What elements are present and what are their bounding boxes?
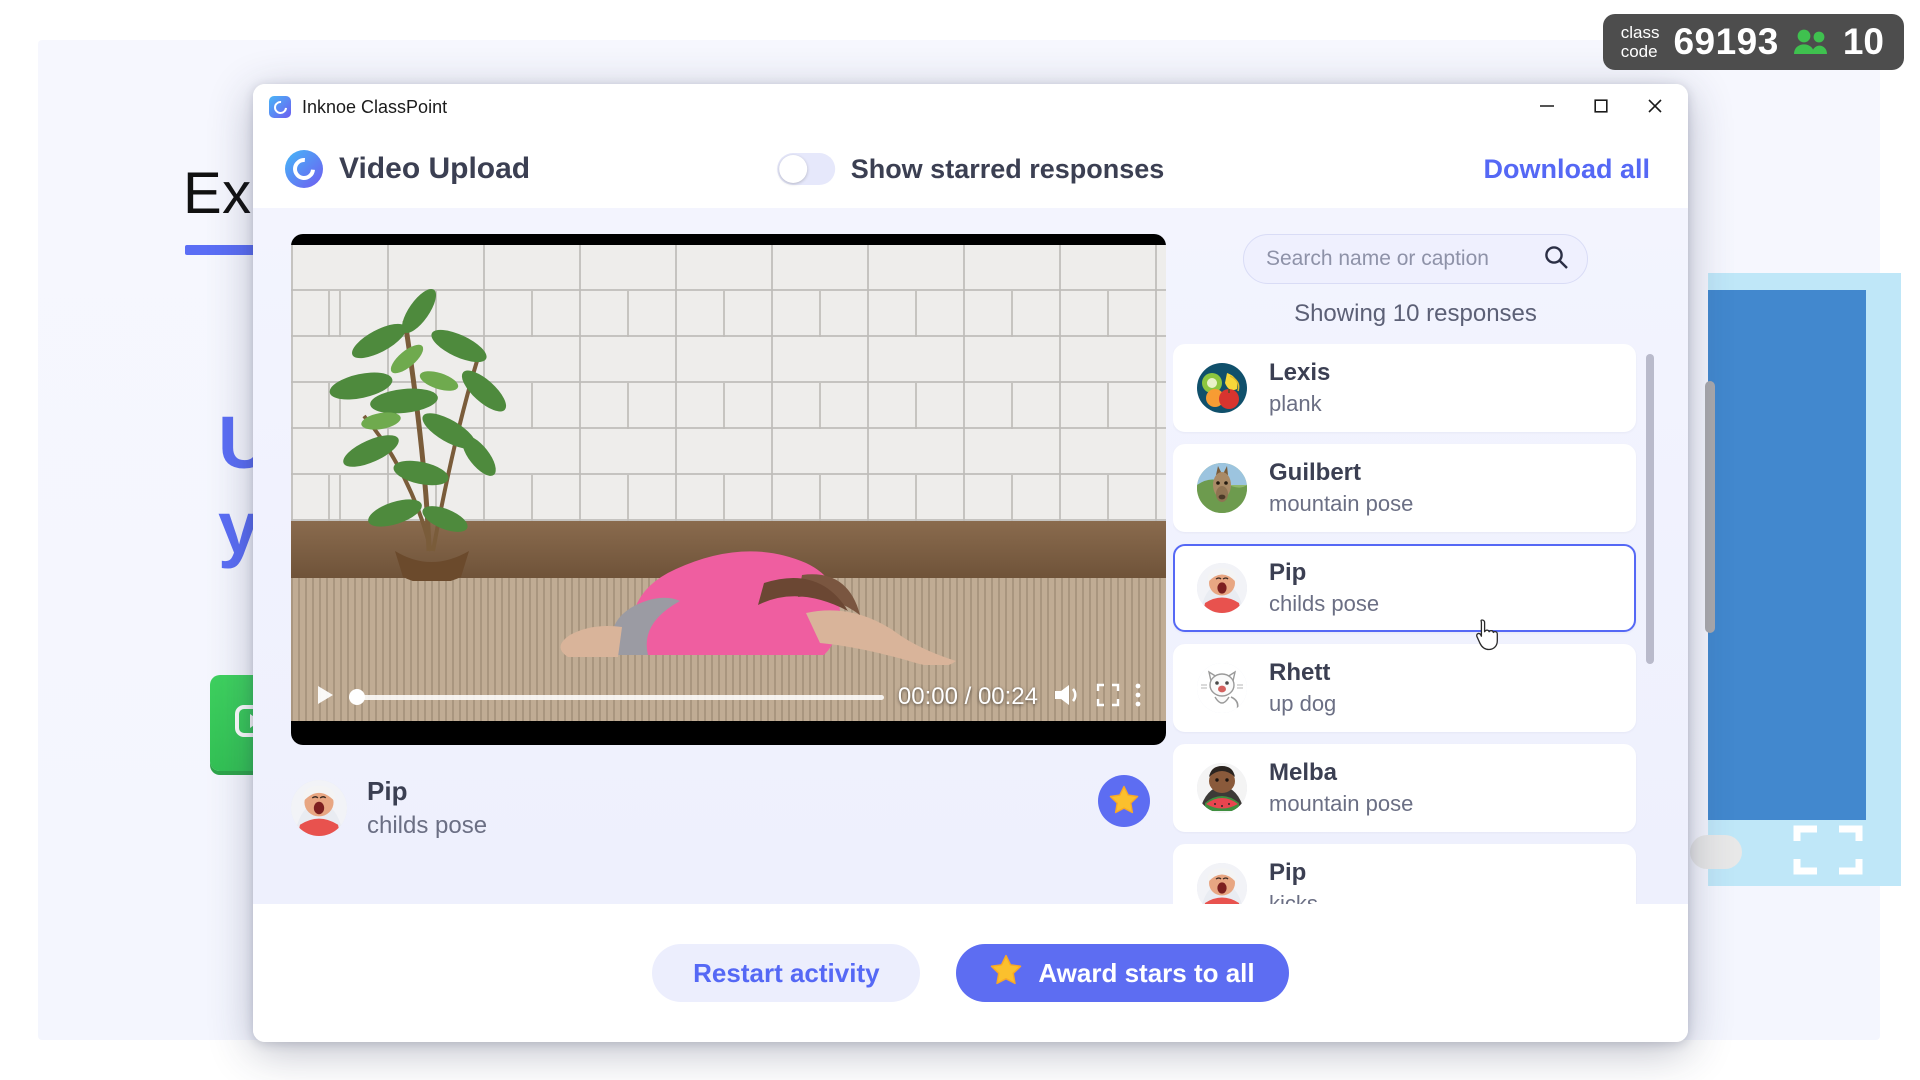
avatar [1197, 563, 1247, 613]
video-time-display: 00:00 / 00:24 [897, 683, 1038, 710]
video-pane: 00:00 / 00:24 Pip childs pose [253, 234, 1173, 904]
activity-title: Video Upload [339, 152, 531, 185]
show-starred-responses-label: Show starred responses [850, 153, 1165, 184]
response-texts: Pip childs pose [1269, 559, 1379, 617]
response-name: Pip [1269, 559, 1307, 586]
response-items-container: Lexis plank Guilbert mountain pose Pip chil… [1173, 344, 1636, 904]
response-caption: mountain pose [1269, 791, 1414, 816]
restart-activity-button[interactable]: Restart activity [652, 944, 921, 1002]
search-box[interactable] [1243, 234, 1588, 284]
volume-icon[interactable] [1052, 682, 1082, 713]
class-code-label-line2: code [1620, 42, 1658, 61]
video-progress-bar[interactable] [349, 687, 884, 707]
response-name: Pip [1269, 859, 1307, 886]
avatar [1197, 763, 1247, 813]
slide-right-image-placeholder [1708, 290, 1866, 820]
response-list-item[interactable]: Guilbert mountain pose [1173, 444, 1636, 532]
avatar [1197, 363, 1247, 413]
search-row [1173, 234, 1658, 284]
video-caption-row: Pip childs pose [291, 771, 1166, 845]
play-icon[interactable] [315, 684, 335, 711]
avatar [1197, 663, 1247, 713]
response-caption: childs pose [1269, 591, 1380, 616]
avatar [291, 780, 347, 836]
class-code-label-line1: class [1620, 23, 1660, 42]
star-icon [1109, 785, 1139, 817]
toggle-knob [778, 155, 807, 183]
caption-texts: Pip childs pose [367, 776, 487, 840]
caption-name: Pip [367, 776, 408, 806]
response-caption: plank [1269, 391, 1322, 416]
dialog-header: Video Upload Show starred responses Down… [253, 130, 1688, 208]
window-controls [1520, 84, 1682, 130]
participant-count: 10 [1842, 21, 1884, 62]
response-list-item[interactable]: Pip kicks [1173, 844, 1636, 904]
response-list[interactable]: Lexis plank Guilbert mountain pose Pip chil… [1173, 344, 1658, 904]
download-all-button[interactable]: Download all [1483, 154, 1650, 185]
starred-toggle-group: Show starred responses [776, 153, 1165, 185]
minimize-button[interactable] [1520, 84, 1574, 130]
progress-handle[interactable] [349, 689, 365, 705]
search-icon[interactable] [1543, 244, 1569, 275]
video-scene [291, 245, 1166, 721]
star-icon [990, 954, 1022, 992]
response-caption: mountain pose [1269, 491, 1414, 516]
window-titlebar: Inknoe ClassPoint [253, 84, 1688, 130]
classpoint-logo-icon [269, 96, 291, 118]
fullscreen-icon[interactable] [1096, 683, 1120, 712]
video-controls: 00:00 / 00:24 [291, 673, 1166, 721]
show-starred-responses-toggle[interactable] [776, 153, 835, 185]
class-code-badge[interactable]: class code 69193 10 [1602, 14, 1904, 70]
avatar [1197, 463, 1247, 513]
slide-scrollbar-thumb[interactable] [1705, 381, 1715, 633]
minimize-icon [1538, 97, 1556, 118]
slide-right-pill-shape [1690, 835, 1742, 869]
classpoint-logo-icon [285, 150, 323, 188]
response-texts: Guilbert mountain pose [1269, 459, 1413, 517]
video-person [560, 551, 956, 665]
maximize-button[interactable] [1574, 84, 1628, 130]
window-title: Inknoe ClassPoint [302, 96, 448, 117]
response-caption: up dog [1269, 691, 1337, 716]
people-icon [1793, 28, 1829, 56]
response-name: Lexis [1269, 359, 1331, 386]
award-stars-label: Award stars to all [1038, 957, 1255, 988]
caption-text: childs pose [367, 812, 488, 839]
award-stars-to-all-button[interactable]: Award stars to all [956, 944, 1289, 1002]
response-texts: Pip kicks [1269, 859, 1318, 904]
maximize-icon [1592, 97, 1610, 118]
showing-responses-count: Showing 10 responses [1294, 300, 1537, 327]
close-icon [1646, 97, 1664, 118]
response-texts: Rhett up dog [1269, 659, 1336, 717]
response-name: Guilbert [1269, 459, 1362, 486]
class-code-label: class code [1621, 23, 1660, 61]
response-list-item[interactable]: Melba mountain pose [1173, 744, 1636, 832]
response-name: Rhett [1269, 659, 1331, 686]
award-star-button[interactable] [1098, 775, 1150, 827]
avatar [1197, 863, 1247, 904]
response-caption: kicks [1269, 891, 1318, 904]
response-texts: Melba mountain pose [1269, 759, 1413, 817]
video-player[interactable]: 00:00 / 00:24 [291, 234, 1166, 745]
close-button[interactable] [1628, 84, 1682, 130]
expand-fullscreen-icon[interactable] [1793, 825, 1863, 875]
responses-pane: Showing 10 responses Lexisplank Guil [1173, 234, 1688, 904]
response-list-item[interactable]: Rhett up dog [1173, 644, 1636, 732]
more-vertical-icon[interactable] [1134, 682, 1142, 713]
response-list-scrollbar-thumb[interactable] [1646, 354, 1654, 664]
class-code-value: 69193 [1673, 21, 1779, 62]
response-texts: Lexis plank [1269, 359, 1330, 417]
progress-track [349, 694, 884, 700]
dialog-footer: Restart activity Award stars to all [253, 904, 1688, 1042]
response-name: Melba [1269, 759, 1338, 786]
search-input[interactable] [1266, 247, 1543, 271]
dialog-body: 00:00 / 00:24 Pip childs pose Search nam… [253, 208, 1688, 904]
response-list-item[interactable]: Lexis plank [1173, 344, 1636, 432]
response-list-item[interactable]: Pip childs pose [1173, 544, 1636, 632]
classpoint-window: Inknoe ClassPoint Video Upload Show star… [253, 84, 1688, 1042]
